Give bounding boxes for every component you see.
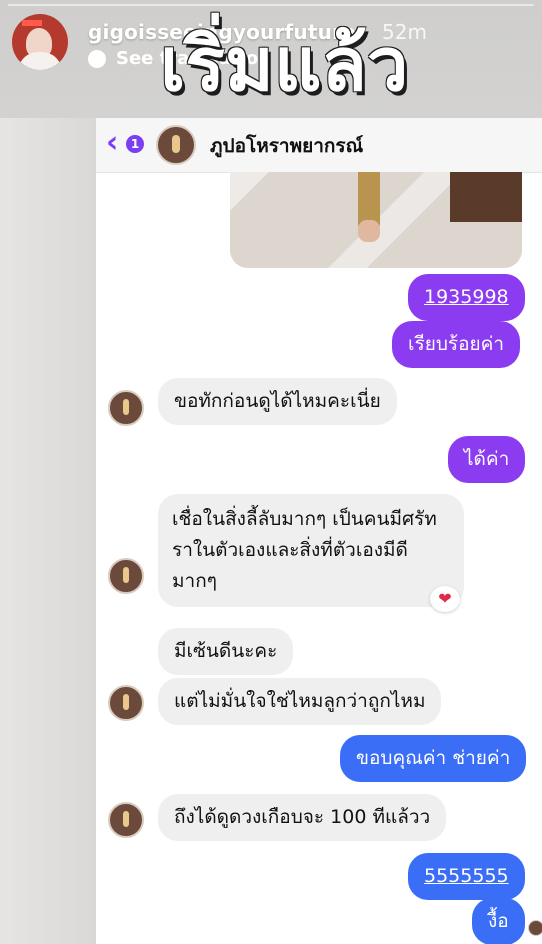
message-incoming[interactable]: เชื่อในสิ่งลี้ลับมากๆ เป็นคนมีศรัท ราในต…	[158, 494, 464, 607]
deity-icon	[123, 567, 129, 583]
message-text: ขอบคุณค่า ช่ายค่า	[356, 747, 511, 769]
message-incoming[interactable]: มีเซ้นดีนะคะ	[158, 628, 294, 675]
message-incoming[interactable]: ถึงได้ดูดวงเกือบจะ 100 ทีแล้วว	[158, 794, 447, 841]
deity-icon	[172, 135, 180, 153]
contact-avatar-small[interactable]	[108, 390, 144, 426]
story-overlay-text: เริ่มแล้ว	[160, 22, 409, 108]
photo-foot	[358, 220, 380, 242]
chat-screenshot: ‹ 1 ภูปอโหราพยากรณ์ 1935998 เรียบร้อยค่า…	[96, 118, 542, 944]
message-incoming[interactable]: ขอทักก่อนดูได้ไหมคะเนี่ย	[158, 378, 397, 425]
contact-avatar[interactable]	[156, 125, 196, 165]
message-text: ขอทักก่อนดูได้ไหมคะเนี่ย	[174, 390, 381, 412]
photo-message[interactable]	[230, 172, 522, 268]
message-link-text[interactable]: 5555555	[424, 865, 509, 887]
contact-avatar-small[interactable]	[108, 558, 144, 594]
message-text: ได้ค่า	[464, 448, 510, 470]
contact-avatar-small[interactable]	[108, 802, 144, 838]
contact-avatar-small[interactable]	[108, 685, 144, 721]
globe-icon	[88, 50, 106, 68]
deity-icon	[123, 694, 129, 710]
message-outgoing[interactable]: ได้ค่า	[448, 436, 526, 483]
chat-header: ‹ 1 ภูปอโหราพยากรณ์	[96, 118, 542, 173]
story-left-margin	[0, 118, 96, 944]
message-line: มากๆ	[172, 570, 217, 592]
message-outgoing[interactable]: ขอบคุณค่า ช่ายค่า	[340, 735, 527, 782]
message-line: เชื่อในสิ่งลี้ลับมากๆ เป็นคนมีศรัท	[172, 508, 437, 530]
deity-icon	[123, 811, 129, 827]
photo-chair	[450, 172, 522, 222]
message-text: งื้อ	[488, 910, 509, 932]
message-link-text[interactable]: 1935998	[424, 286, 509, 308]
heart-reaction-icon[interactable]: ❤	[430, 586, 460, 612]
avatar-sign-shape	[22, 20, 42, 26]
message-outgoing[interactable]: 1935998	[408, 274, 525, 321]
message-outgoing[interactable]: 5555555	[408, 853, 525, 900]
message-line: ราในตัวเองและสิ่งที่ตัวเองมีดี	[172, 539, 408, 561]
story-progress-bar	[8, 4, 534, 6]
message-outgoing[interactable]: งื้อ	[472, 898, 525, 944]
message-outgoing[interactable]: เรียบร้อยค่า	[392, 321, 521, 368]
back-chevron-icon[interactable]: ‹	[106, 128, 118, 158]
message-text: มีเซ้นดีนะคะ	[174, 640, 278, 662]
message-text: เรียบร้อยค่า	[408, 333, 505, 355]
avatar-shirt-shape	[18, 52, 62, 70]
user-avatar[interactable]	[12, 14, 68, 70]
unread-badge: 1	[126, 135, 144, 153]
contact-name[interactable]: ภูปอโหราพยากรณ์	[210, 131, 363, 161]
message-incoming[interactable]: แต่ไม่มั่นใจใช่ไหมลูกว่าถูกไหม	[158, 678, 442, 725]
deity-icon	[123, 399, 129, 415]
message-text: แต่ไม่มั่นใจใช่ไหมลูกว่าถูกไหม	[174, 690, 426, 712]
message-text: ถึงได้ดูดวงเกือบจะ 100 ทีแล้วว	[174, 806, 431, 828]
read-receipt-avatar	[528, 920, 542, 936]
